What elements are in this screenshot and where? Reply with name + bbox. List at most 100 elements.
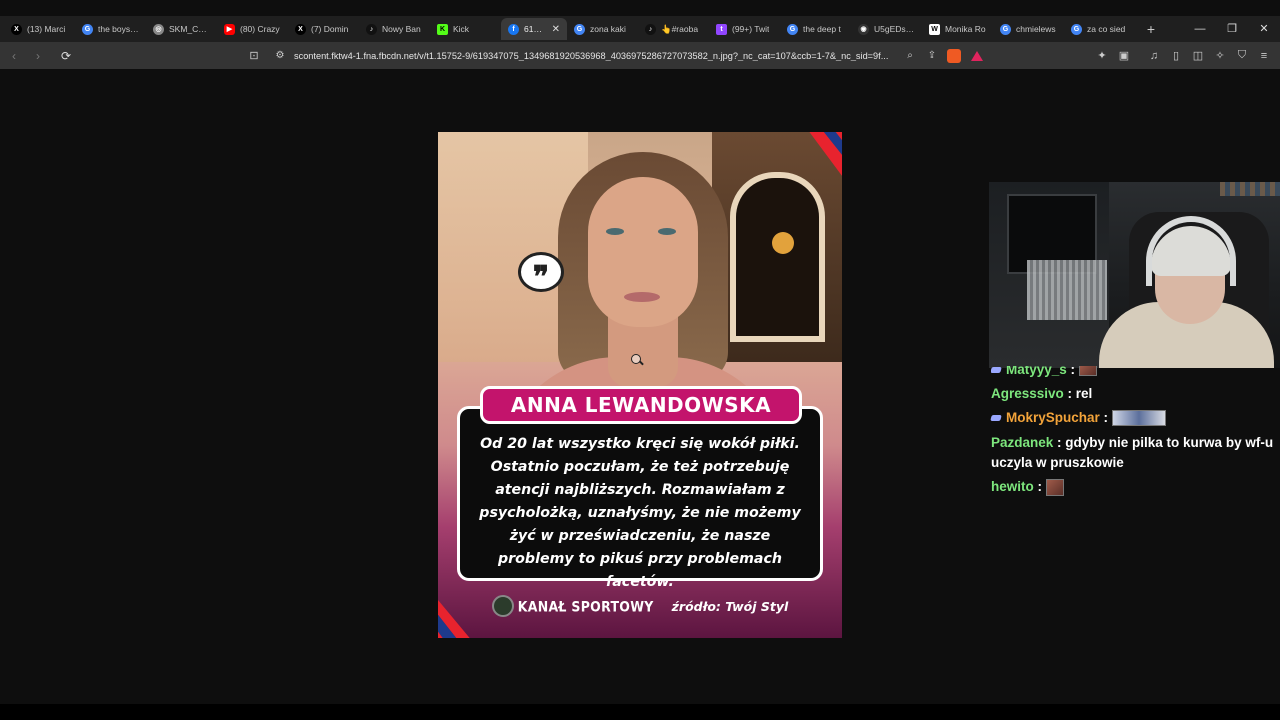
emote-image xyxy=(1045,478,1064,496)
brand-logo: KANAŁ SPORTOWY xyxy=(491,595,654,617)
url-text[interactable]: scontent.fktw4-1.fna.fbcdn.net/v/t1.1575… xyxy=(294,51,899,61)
tab-10[interactable]: t (99+) Twit xyxy=(709,18,780,40)
chat-message: Agresssivo : rel xyxy=(991,386,1093,401)
zoom-icon[interactable]: ⌕ xyxy=(899,50,921,61)
minimize-button[interactable]: — xyxy=(1184,16,1216,42)
tab-title: SKM_C451 xyxy=(169,24,210,34)
quote-box: Od 20 lat wszystko kręci się wokół piłki… xyxy=(457,406,823,590)
tab-7-active[interactable]: f 61934 ✕ xyxy=(501,18,567,40)
chat-text: rel xyxy=(1075,386,1093,401)
zoom-cursor-icon xyxy=(631,354,641,364)
twitch-icon: t xyxy=(716,23,727,35)
google-icon: G xyxy=(574,23,585,35)
globe-icon: ◎ xyxy=(153,23,164,35)
poster-image[interactable]: ❞ ANNA LEWANDOWSKA Od 20 lat wszystko kr… xyxy=(438,132,842,638)
chat-overlay: Matyyy_s : Agresssivo : rel MokrySpuchar… xyxy=(989,365,1280,505)
tab-3[interactable]: ▶ (80) Crazy xyxy=(217,18,288,40)
quote-bubble-icon: ❞ xyxy=(518,252,564,295)
tab-1[interactable]: Gthe boys th xyxy=(75,18,146,40)
new-tab-button[interactable]: + xyxy=(1141,21,1161,37)
google-icon: G xyxy=(1000,23,1011,35)
tab-0[interactable]: X (13) Marci xyxy=(4,18,75,40)
streamer-webcam xyxy=(989,182,1280,368)
restore-button[interactable]: ❐ xyxy=(1216,16,1248,42)
emote-image xyxy=(1111,410,1166,427)
tab-title: Nowy Ban xyxy=(382,24,421,34)
menu-icon[interactable]: ≡ xyxy=(1254,50,1274,62)
person-name: ANNA LEWANDOWSKA xyxy=(510,393,772,417)
chat-message: MokrySpuchar : xyxy=(991,408,1276,428)
brand-name: KANAŁ SPORTOWY xyxy=(517,597,654,615)
tab-title: U5gEDsBT xyxy=(874,24,915,34)
tab-title: (13) Marci xyxy=(27,24,66,34)
tab-title: chmielews xyxy=(1016,24,1056,34)
tab-6[interactable]: K Kick xyxy=(430,18,501,40)
sidebar-icon[interactable]: ▯ xyxy=(1166,49,1186,62)
address-bar[interactable]: ⊡ ⚙ scontent.fktw4-1.fna.fbcdn.net/v/t1.… xyxy=(244,45,989,66)
tab-title: (80) Crazy xyxy=(240,24,280,34)
portrait-face xyxy=(588,177,698,327)
reload-button[interactable]: ⟳ xyxy=(56,49,76,63)
brave-rewards-icon[interactable] xyxy=(971,50,983,61)
chat-username: Agresssivo xyxy=(991,386,1064,401)
tab-11[interactable]: Gthe deep t xyxy=(780,18,851,40)
tab-title: the boys th xyxy=(98,24,139,34)
vpn-icon[interactable]: ⛉ xyxy=(1232,49,1252,62)
x-icon: X xyxy=(11,23,22,35)
toolbar-right-icons: ✦ ▣ ♫ ▯ ◫ ✧ ⛉ ≡ xyxy=(1092,42,1274,69)
tab-title: 👆#raoba xyxy=(661,23,699,34)
emote-image xyxy=(1078,366,1097,377)
google-icon: G xyxy=(787,23,798,35)
portrait-lips xyxy=(624,292,660,302)
name-banner: ANNA LEWANDOWSKA xyxy=(480,386,802,424)
wallet-icon[interactable]: ◫ xyxy=(1188,49,1208,62)
tab-15[interactable]: Gza co sied xyxy=(1064,18,1135,40)
window-controls: — ❐ ✕ xyxy=(1184,16,1280,42)
tab-title: the deep t xyxy=(803,24,841,34)
chat-message: Pazdanek : gdyby nie pilka to kurwa by w… xyxy=(991,435,1274,470)
back-button[interactable]: ‹ xyxy=(4,49,24,63)
chat-username: Matyyy_s xyxy=(1006,362,1067,377)
browser-toolbar: ‹ › ⟳ ⊡ ⚙ scontent.fktw4-1.fna.fbcdn.net… xyxy=(0,42,1280,69)
tab-13[interactable]: W Monika Ro xyxy=(922,18,993,40)
taskbar-edge xyxy=(0,704,1280,720)
chat-username: hewito xyxy=(991,479,1034,494)
tab-title: zona kaki xyxy=(590,24,626,34)
tab-12[interactable]: ◉ U5gEDsBT xyxy=(851,18,922,40)
forward-button[interactable]: › xyxy=(28,49,48,63)
leo-ai-icon[interactable]: ✧ xyxy=(1210,49,1230,62)
share-icon[interactable]: ⇪ xyxy=(921,50,943,61)
youtube-icon: ▶ xyxy=(224,23,235,35)
chat-username: Pazdanek xyxy=(991,435,1054,450)
tab-2[interactable]: ◎ SKM_C451 xyxy=(146,18,217,40)
tab-strip: X (13) Marci Gthe boys th ◎ SKM_C451 ▶ (80)… xyxy=(0,16,1280,42)
site-settings-icon[interactable]: ⚙ xyxy=(270,50,290,61)
github-icon: ◉ xyxy=(858,23,869,35)
tab-title: 61934 xyxy=(524,24,543,34)
x-icon: X xyxy=(295,23,306,35)
tab-close-icon[interactable]: ✕ xyxy=(552,24,560,35)
tab-4[interactable]: X (7) Domin xyxy=(288,18,359,40)
tab-title: Kick xyxy=(453,24,470,34)
tiktok-icon: ♪ xyxy=(645,23,656,35)
kick-icon: K xyxy=(437,23,448,35)
extensions-icon[interactable]: ✦ xyxy=(1092,49,1112,62)
bookmark-icon[interactable]: ⊡ xyxy=(244,49,264,62)
chat-username: MokrySpuchar xyxy=(1006,410,1100,425)
sub-badge-icon xyxy=(991,366,1003,375)
tab-9[interactable]: ♪ 👆#raoba xyxy=(638,18,709,40)
tab-search-icon[interactable]: ▣ xyxy=(1114,49,1134,62)
media-icon[interactable]: ♫ xyxy=(1144,50,1164,62)
sub-badge-icon xyxy=(991,413,1003,423)
tab-8[interactable]: Gzona kaki xyxy=(567,18,638,40)
brand-emblem-icon xyxy=(491,595,514,617)
clock-decoration xyxy=(772,232,794,254)
tab-title: Monika Ro xyxy=(945,24,986,34)
quote-text: Od 20 lat wszystko kręci się wokół piłki… xyxy=(479,436,801,590)
tiktok-icon: ♪ xyxy=(366,23,377,35)
tab-5[interactable]: ♪ Nowy Ban xyxy=(359,18,430,40)
tab-14[interactable]: Gchmielews xyxy=(993,18,1064,40)
portrait-eye xyxy=(606,228,624,235)
brave-shields-icon[interactable] xyxy=(947,48,961,63)
close-window-button[interactable]: ✕ xyxy=(1248,16,1280,42)
